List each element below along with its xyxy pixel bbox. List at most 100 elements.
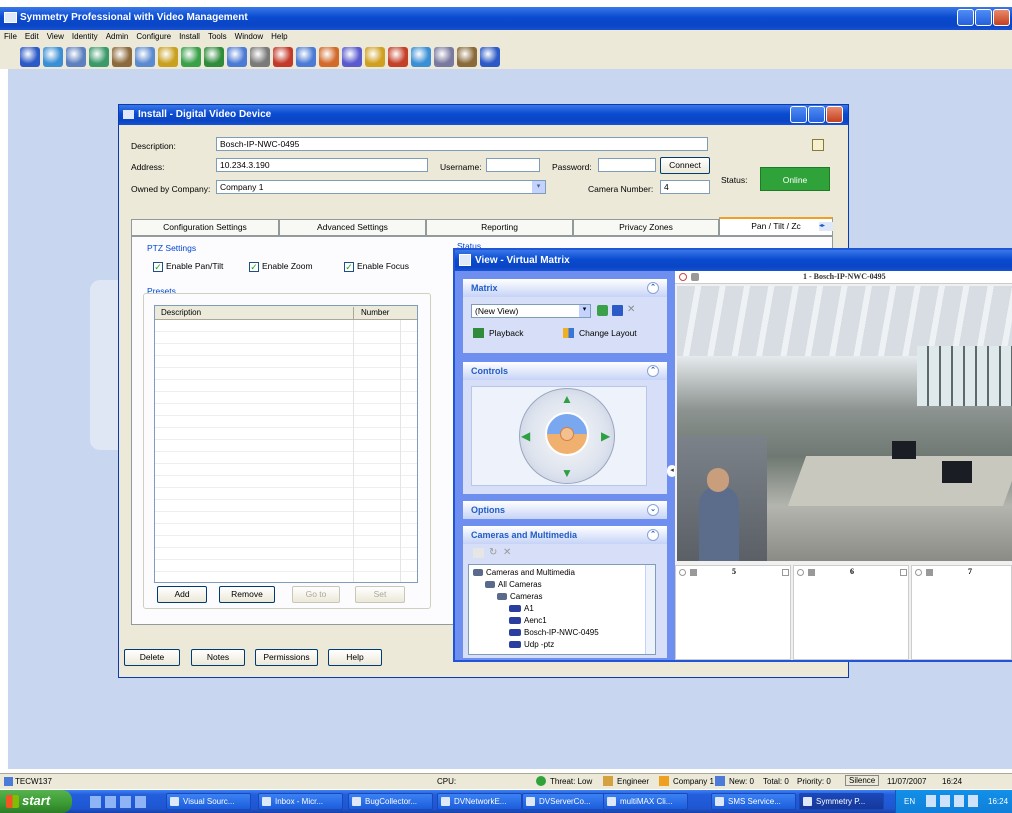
tree-item[interactable]: Cameras and Multimedia	[473, 568, 575, 577]
goto-preset-button[interactable]: Go to	[292, 586, 340, 603]
matrix-panel-header[interactable]: Matrix ⌃	[463, 279, 667, 297]
connect-button[interactable]: Connect	[660, 157, 710, 174]
ptz-right-icon[interactable]: ▶	[601, 429, 610, 443]
expand-icon[interactable]: ⌄	[647, 504, 659, 516]
presets-col-number[interactable]: Number	[361, 308, 389, 317]
menu-item-configure[interactable]: Configure	[136, 32, 171, 41]
camera-icon[interactable]	[691, 273, 699, 281]
menu-item-window[interactable]: Window	[235, 32, 263, 41]
tree-item[interactable]: Bosch-IP-NWC-0495	[509, 628, 599, 637]
tree-item[interactable]: A1	[509, 604, 534, 613]
tools-icon[interactable]: ✕	[503, 547, 511, 558]
options-panel-header[interactable]: Options ⌄	[463, 501, 667, 519]
globe-icon[interactable]	[181, 47, 201, 67]
chevron-down-icon[interactable]: ▾	[532, 181, 545, 193]
taskbar-task[interactable]: Visual Sourc...	[166, 793, 251, 810]
folder-icon[interactable]	[473, 548, 484, 558]
collapse-icon[interactable]: ⌃	[647, 365, 659, 377]
pen-icon[interactable]	[342, 47, 362, 67]
edit-icon[interactable]	[812, 139, 824, 151]
camera-icon[interactable]	[89, 47, 109, 67]
dialog-close-button[interactable]	[826, 106, 843, 123]
key-icon[interactable]	[388, 47, 408, 67]
address-input[interactable]: 10.234.3.190	[216, 158, 428, 172]
notes-button[interactable]: Notes	[191, 649, 245, 666]
tab-scroll-arrows[interactable]: ◂▸	[819, 222, 833, 231]
add-preset-button[interactable]: Add	[157, 586, 207, 603]
ptz-left-icon[interactable]: ◀	[521, 429, 530, 443]
clock-icon[interactable]	[250, 47, 270, 67]
enable-focus-checkbox[interactable]: ✓ Enable Focus	[344, 261, 409, 272]
taskbar-task[interactable]: SMS Service...	[711, 793, 796, 810]
record-icon[interactable]	[679, 569, 686, 576]
tree-item[interactable]: Aenc1	[509, 616, 547, 625]
record-icon[interactable]	[158, 47, 178, 67]
help-button[interactable]: Help	[328, 649, 382, 666]
warning-icon[interactable]	[365, 47, 385, 67]
presets-table[interactable]: Description Number	[154, 305, 418, 583]
refresh-icon[interactable]	[597, 305, 608, 316]
permissions-button[interactable]: Permissions	[255, 649, 318, 666]
change-layout-button[interactable]: Change Layout	[563, 328, 637, 338]
camera-tile-7[interactable]: 7	[911, 565, 1012, 660]
camera-tile-6[interactable]: 6	[793, 565, 909, 660]
taskbar-task[interactable]: DVNetworkE...	[437, 793, 522, 810]
enable-pan-tilt-checkbox[interactable]: ✓ Enable Pan/Tilt	[153, 261, 223, 272]
start-button[interactable]: start	[0, 790, 72, 813]
menu-item-admin[interactable]: Admin	[106, 32, 129, 41]
help-globe-icon[interactable]	[273, 47, 293, 67]
silence-button[interactable]: Silence	[845, 775, 880, 786]
camera-icon[interactable]	[690, 569, 697, 576]
taskbar-task[interactable]: Symmetry P...	[799, 793, 884, 810]
camera-tree[interactable]: Cameras and Multimedia All Cameras Cameras…	[468, 564, 656, 655]
tab-pan-tilt-zoom[interactable]: Pan / Tilt / Zc	[719, 217, 833, 236]
record-icon[interactable]	[679, 273, 687, 281]
remove-preset-button[interactable]: Remove	[219, 586, 275, 603]
disk-icon[interactable]	[135, 47, 155, 67]
dialog-maximize-button[interactable]	[808, 106, 825, 123]
chart-icon[interactable]	[411, 47, 431, 67]
tab-reporting[interactable]: Reporting	[426, 219, 573, 236]
set-preset-button[interactable]: Set	[355, 586, 405, 603]
camera-icon[interactable]	[808, 569, 815, 576]
taskbar-task[interactable]: DVServerCo...	[522, 793, 607, 810]
owned-by-company-select[interactable]: Company 1 ▾	[216, 180, 546, 194]
dialog-minimize-button[interactable]	[790, 106, 807, 123]
username-input[interactable]	[486, 158, 540, 172]
playback-button[interactable]: Playback	[473, 328, 524, 338]
view-icon[interactable]	[43, 47, 63, 67]
main-camera-feed[interactable]	[677, 286, 1012, 561]
menu-item-install[interactable]: Install	[179, 32, 200, 41]
tile-maximize-icon[interactable]	[900, 569, 907, 576]
maximize-button[interactable]	[975, 9, 992, 26]
network-icon[interactable]	[112, 47, 132, 67]
video-icon[interactable]	[227, 47, 247, 67]
delete-button[interactable]: Delete	[124, 649, 180, 666]
delete-view-icon[interactable]: ✕	[627, 304, 635, 315]
menu-item-view[interactable]: View	[47, 32, 64, 41]
camera-tile-5[interactable]: 5	[675, 565, 791, 660]
ptz-up-icon[interactable]: ▲	[561, 392, 573, 406]
cameras-panel-header[interactable]: Cameras and Multimedia ⌃	[463, 526, 667, 544]
menu-item-file[interactable]: File	[4, 32, 17, 41]
map-icon[interactable]	[204, 47, 224, 67]
menu-item-identity[interactable]: Identity	[72, 32, 98, 41]
controls-panel-header[interactable]: Controls ⌃	[463, 362, 667, 380]
alarm-icon[interactable]	[319, 47, 339, 67]
refresh-icon[interactable]	[434, 47, 454, 67]
tab-privacy-zones[interactable]: Privacy Zones	[573, 219, 719, 236]
ptz-down-icon[interactable]: ▼	[561, 466, 573, 480]
password-input[interactable]	[598, 158, 656, 172]
taskbar-task[interactable]: Inbox - Micr...	[258, 793, 343, 810]
camera-icon[interactable]	[926, 569, 933, 576]
camera-number-input[interactable]: 4	[660, 180, 710, 194]
tab-configuration-settings[interactable]: Configuration Settings	[131, 219, 279, 236]
close-button[interactable]	[993, 9, 1010, 26]
view-select[interactable]: (New View) ▾	[471, 304, 591, 318]
taskbar-task[interactable]: BugCollector...	[348, 793, 433, 810]
tree-item[interactable]: Cameras	[497, 592, 542, 601]
menu-item-edit[interactable]: Edit	[25, 32, 39, 41]
menu-item-help[interactable]: Help	[271, 32, 287, 41]
menu-item-tools[interactable]: Tools	[208, 32, 227, 41]
grid-icon[interactable]	[296, 47, 316, 67]
